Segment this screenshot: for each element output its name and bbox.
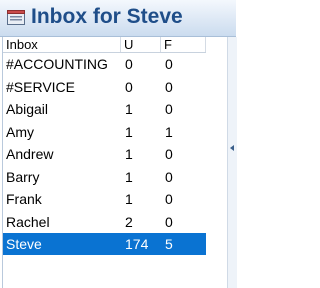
column-header-flagged[interactable]: F: [161, 37, 206, 52]
unread-count: 1: [125, 146, 133, 162]
window-title: Inbox for Steve: [31, 5, 183, 28]
column-header-inbox[interactable]: Inbox: [3, 37, 121, 52]
inbox-name: Amy: [6, 124, 34, 140]
flagged-count: 0: [165, 146, 173, 162]
inbox-name: Andrew: [6, 146, 54, 162]
flagged-count: 0: [165, 101, 173, 117]
chevron-left-icon[interactable]: [230, 145, 234, 151]
flagged-count: 0: [165, 56, 173, 72]
unread-count: 1: [125, 101, 133, 117]
list-item[interactable]: Frank 1 0: [3, 188, 206, 210]
flagged-count: 5: [165, 236, 173, 252]
unread-count: 174: [125, 236, 149, 252]
unread-count: 1: [125, 169, 133, 185]
inbox-name: Frank: [6, 191, 42, 207]
unread-count: 2: [125, 214, 133, 230]
flagged-count: 1: [165, 124, 173, 140]
inbox-icon: [6, 7, 26, 27]
list-item[interactable]: Rachel 2 0: [3, 211, 206, 233]
inbox-name: #ACCOUNTING: [6, 56, 108, 72]
list-item[interactable]: Steve 174 5: [3, 233, 206, 255]
flagged-count: 0: [165, 79, 173, 95]
list-item[interactable]: #SERVICE 0 0: [3, 76, 206, 98]
inbox-name: Steve: [6, 236, 42, 252]
vertical-scrollbar[interactable]: [227, 37, 237, 288]
list-item[interactable]: Barry 1 0: [3, 166, 206, 188]
column-header-unread[interactable]: U: [121, 37, 161, 52]
unread-count: 0: [125, 79, 133, 95]
inbox-list[interactable]: Inbox U F #ACCOUNTING 0 0 #SERVICE 0 0 Abigail…: [2, 37, 227, 288]
title-bar: Inbox for Steve: [0, 0, 236, 37]
list-item[interactable]: Amy 1 1: [3, 121, 206, 143]
unread-count: 1: [125, 191, 133, 207]
flagged-count: 0: [165, 214, 173, 230]
list-item[interactable]: #ACCOUNTING 0 0: [3, 53, 206, 75]
unread-count: 0: [125, 56, 133, 72]
list-item[interactable]: Abigail 1 0: [3, 98, 206, 120]
list-header: Inbox U F: [3, 37, 206, 53]
list-item[interactable]: Andrew 1 0: [3, 143, 206, 165]
unread-count: 1: [125, 124, 133, 140]
inbox-window: Inbox for Steve Inbox U F #ACCOUNTING 0 0 #…: [0, 0, 237, 288]
flagged-count: 0: [165, 169, 173, 185]
inbox-name: Abigail: [6, 101, 49, 117]
inbox-name: #SERVICE: [6, 79, 75, 95]
inbox-name: Barry: [6, 169, 40, 185]
inbox-name: Rachel: [6, 214, 50, 230]
flagged-count: 0: [165, 191, 173, 207]
